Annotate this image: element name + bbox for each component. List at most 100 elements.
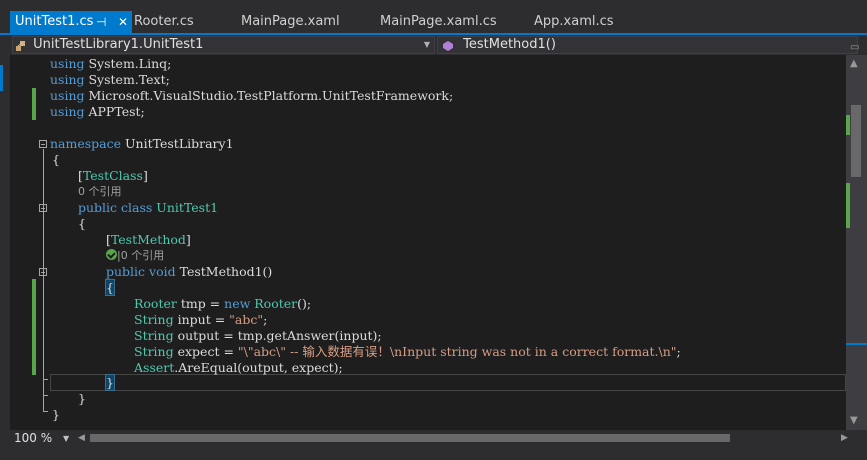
outline-collapse-toggle[interactable] (39, 204, 47, 212)
codelens-references[interactable]: 0 个引用 (78, 184, 122, 200)
codelens-references[interactable]: |0 个引用 (106, 248, 164, 264)
keyword: void (145, 264, 176, 279)
code-text: System.Linq; (84, 56, 172, 71)
member-dropdown[interactable]: TestMethod1() (437, 36, 858, 54)
code-text: (); (297, 296, 312, 311)
class-icon (16, 40, 26, 51)
string-literal: "abc" (229, 312, 264, 327)
tab-mainpage-xaml-cs[interactable]: MainPage.xaml.cs (380, 11, 497, 33)
brace: { (52, 152, 60, 167)
navigation-bar: UnitTestLibrary1.UnitTest1 ▼ TestMethod1… (10, 35, 867, 55)
code-text: APPTest; (84, 104, 145, 119)
code-line: } (78, 391, 86, 407)
code-line: using APPTest; (50, 104, 145, 120)
tab-label: Rooter.cs (134, 14, 194, 29)
type-name: String (134, 312, 174, 327)
current-line-highlight (50, 374, 846, 391)
code-line: } (105, 374, 115, 391)
code-text: System.Text; (84, 72, 170, 87)
outline-guide-end (43, 395, 48, 396)
zoom-level: 100 % (14, 431, 53, 445)
reference-count: 0 个引用 (78, 185, 122, 198)
tab-mainpage-xaml[interactable]: MainPage.xaml (241, 11, 340, 33)
code-text: expect = (173, 344, 238, 359)
code-editor[interactable]: using System.Linq; using System.Text; us… (10, 55, 846, 430)
check-circle-icon[interactable] (106, 249, 117, 260)
vertical-scrollbar[interactable]: ▭ ▲ ▼ (846, 42, 867, 430)
type-name: Rooter (250, 296, 298, 311)
code-text: output = tmp.getAnswer(input); (173, 328, 382, 343)
code-line: Rooter tmp = new Rooter(); (134, 296, 311, 312)
class-dropdown[interactable]: UnitTestLibrary1.UnitTest1 ▼ (12, 36, 435, 54)
code-line: { (52, 152, 60, 168)
keyword: using (50, 104, 85, 119)
tab-label: App.xaml.cs (534, 14, 614, 29)
scroll-left-icon[interactable]: ◀ (78, 430, 85, 447)
pin-icon[interactable]: ⊣ (96, 11, 106, 33)
keyword: new (224, 296, 251, 311)
tab-unittest1-cs[interactable]: UnitTest1.cs ⊣ ✕ (10, 11, 132, 33)
document-tab-bar: UnitTest1.cs ⊣ ✕ Rooter.cs MainPage.xaml… (0, 0, 867, 33)
split-handle-icon[interactable]: ▭ (850, 42, 859, 53)
brace: } (52, 407, 60, 422)
code-text: ; (263, 312, 268, 327)
keyword: public (106, 264, 146, 279)
type-name: UnitTest1 (152, 200, 219, 215)
tab-label: MainPage.xaml.cs (380, 14, 497, 29)
matched-brace: } (105, 374, 115, 391)
change-marker (846, 183, 850, 228)
code-line: [TestClass] (78, 168, 148, 184)
scroll-up-icon[interactable]: ▲ (850, 58, 858, 69)
chevron-down-icon[interactable]: ▼ (63, 430, 69, 447)
left-tool-strip (0, 35, 10, 460)
keyword: using (50, 56, 85, 71)
zoom-dropdown[interactable]: 100 % (10, 430, 70, 447)
code-text: input = (173, 312, 230, 327)
code-line: String expect = "\"abc\" -- 输入数据有误！\nInp… (134, 344, 681, 360)
code-line: String output = tmp.getAnswer(input); (134, 328, 382, 344)
horizontal-scroll-thumb[interactable] (90, 434, 730, 442)
code-line: using System.Linq; (50, 56, 171, 72)
change-marker (32, 279, 36, 375)
tab-label: UnitTest1.cs (15, 14, 94, 29)
code-line: { (78, 216, 86, 232)
change-marker (32, 88, 36, 120)
code-text: Microsoft.VisualStudio.TestPlatform.Unit… (84, 88, 454, 103)
status-strip (0, 447, 867, 460)
member-dropdown-label: TestMethod1() (463, 37, 556, 52)
bracket: ] (185, 232, 191, 247)
brace: { (78, 216, 86, 231)
code-line: using System.Text; (50, 72, 170, 88)
outline-guide-end (43, 379, 48, 380)
keyword: using (50, 72, 85, 87)
bracket: ] (142, 168, 148, 183)
keyword: using (50, 88, 85, 103)
reference-count: |0 个引用 (117, 249, 165, 262)
code-line: public void TestMethod1() (106, 264, 272, 280)
tab-label: MainPage.xaml (241, 14, 340, 29)
code-line: Assert.AreEqual(output, expect); (134, 360, 343, 376)
string-literal: "\"abc\" -- 输入数据有误！\nInput string was no… (237, 344, 677, 359)
caret-position-marker (846, 343, 867, 345)
type-name: Rooter (134, 296, 177, 311)
keyword: class (117, 200, 153, 215)
code-line: String input = "abc"; (134, 312, 267, 328)
type-name: Assert (134, 360, 175, 375)
matched-brace: { (105, 279, 115, 296)
toolwindow-marker (0, 65, 3, 91)
code-line: namespace UnitTestLibrary1 (50, 136, 234, 152)
scroll-thumb[interactable] (851, 105, 861, 177)
brace: } (78, 391, 86, 406)
method-icon (443, 40, 453, 51)
code-text: tmp = (176, 296, 225, 311)
outline-collapse-toggle[interactable] (39, 268, 47, 276)
tab-rooter-cs[interactable]: Rooter.cs (134, 11, 194, 33)
scroll-down-icon[interactable]: ▼ (850, 415, 858, 426)
scroll-right-icon[interactable]: ▶ (841, 430, 848, 447)
outline-guide (43, 149, 44, 411)
tab-app-xaml-cs[interactable]: App.xaml.cs (534, 11, 614, 33)
attribute: TestClass (82, 168, 143, 183)
outline-collapse-toggle[interactable] (39, 140, 47, 148)
code-line: using Microsoft.VisualStudio.TestPlatfor… (50, 88, 453, 104)
close-icon[interactable]: ✕ (118, 11, 128, 33)
